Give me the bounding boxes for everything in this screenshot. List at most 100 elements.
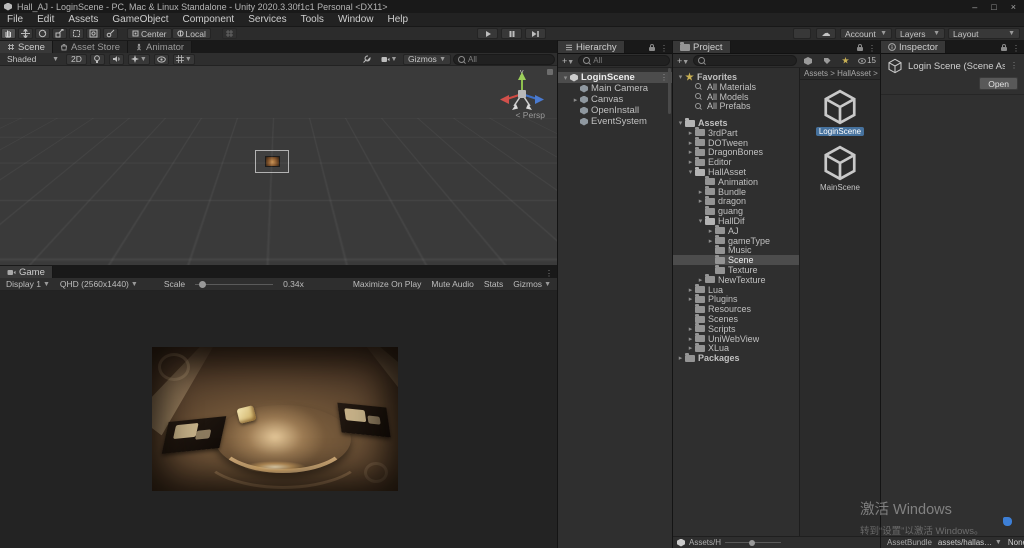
project-folder-xlua[interactable]: ▸XLua xyxy=(673,344,799,354)
project-folder-scenes[interactable]: Scenes xyxy=(673,314,799,324)
pause-button[interactable] xyxy=(501,28,522,39)
game-gizmos-dropdown[interactable]: Gizmos▼ xyxy=(509,279,555,289)
camera-settings-dropdown[interactable]: ▼ xyxy=(378,54,400,65)
expander-icon[interactable]: ▸ xyxy=(706,227,715,235)
thumbnail-size-thumb[interactable] xyxy=(749,540,755,546)
expander-icon[interactable]: ▾ xyxy=(686,168,695,176)
lock-icon[interactable] xyxy=(1001,47,1007,51)
minimize-button[interactable]: – xyxy=(972,2,977,12)
expander-icon[interactable]: ▾ xyxy=(676,73,685,81)
space-toggle-button[interactable]: Local xyxy=(172,28,211,39)
open-scene-button[interactable]: Open xyxy=(979,77,1018,90)
panel-menu-icon[interactable]: ⋮ xyxy=(660,45,668,53)
project-folder-assets[interactable]: ▾Assets xyxy=(673,118,799,128)
component-tools-button[interactable] xyxy=(359,54,374,65)
project-folder-dragonbones[interactable]: ▸DragonBones xyxy=(673,148,799,158)
expander-icon[interactable]: ▸ xyxy=(686,286,695,294)
game-viewport[interactable] xyxy=(0,291,557,548)
audio-toggle-button[interactable] xyxy=(109,54,124,65)
layers-dropdown[interactable]: Layers▼ xyxy=(895,28,945,39)
project-folder-plugins[interactable]: ▸Plugins xyxy=(673,295,799,305)
project-folder-dragon[interactable]: ▸dragon xyxy=(673,197,799,207)
project-folder-scene[interactable]: Scene xyxy=(673,255,799,265)
asset-thumbnail-loginscene[interactable]: LoginScene xyxy=(800,88,880,136)
expander-icon[interactable]: ▾ xyxy=(696,217,705,225)
expander-icon[interactable]: ▸ xyxy=(706,237,715,245)
expander-icon[interactable]: ▸ xyxy=(686,325,695,333)
scale-slider-thumb[interactable] xyxy=(199,281,206,288)
effects-dropdown[interactable]: ▼ xyxy=(128,54,150,65)
panel-menu-icon[interactable]: ⋮ xyxy=(545,270,553,278)
custom-tool-button[interactable] xyxy=(103,28,118,39)
project-folder-uniwebview[interactable]: ▸UniWebView xyxy=(673,334,799,344)
maximize-on-play-button[interactable]: Maximize On Play xyxy=(349,279,426,289)
panel-menu-icon[interactable]: ⋮ xyxy=(868,45,876,53)
rect-tool-button[interactable] xyxy=(69,28,84,39)
scene-gizmos-dropdown[interactable]: Gizmos▼ xyxy=(403,54,451,65)
menu-component[interactable]: Component xyxy=(176,13,242,26)
panel-menu-icon[interactable]: ⋮ xyxy=(1012,45,1020,53)
menu-file[interactable]: File xyxy=(0,13,30,26)
project-folder-music[interactable]: Music xyxy=(673,246,799,256)
expander-icon[interactable]: ▸ xyxy=(686,139,695,147)
tab-asset-store[interactable]: Asset Store xyxy=(53,41,128,53)
scene-visibility-button[interactable] xyxy=(154,54,169,65)
tab-scene[interactable]: Scene xyxy=(0,41,53,53)
project-folder-gametype[interactable]: ▸gameType xyxy=(673,236,799,246)
expander-icon[interactable]: ▸ xyxy=(571,96,580,104)
menu-tools[interactable]: Tools xyxy=(294,13,331,26)
tab-game[interactable]: Game xyxy=(0,266,53,278)
assetbundle-dropdown[interactable]: assets/hallasset/h ▼ xyxy=(938,538,1002,547)
mute-audio-button[interactable]: Mute Audio xyxy=(427,279,478,289)
project-folder-dotween[interactable]: ▸DOTween xyxy=(673,138,799,148)
grid-snap-button[interactable] xyxy=(222,28,237,39)
expander-icon[interactable]: ▸ xyxy=(696,197,705,205)
pivot-toggle-button[interactable]: Center xyxy=(127,28,172,39)
tab-animator[interactable]: Animator xyxy=(128,41,192,53)
menu-edit[interactable]: Edit xyxy=(30,13,61,26)
scene-viewport[interactable]: y < Persp xyxy=(0,66,557,265)
shading-mode-dropdown[interactable]: Shaded▼ xyxy=(2,54,64,65)
undo-history-button[interactable] xyxy=(793,28,811,39)
project-folder-animation[interactable]: Animation xyxy=(673,177,799,187)
expander-icon[interactable]: ▾ xyxy=(561,74,570,82)
move-tool-button[interactable] xyxy=(18,28,33,39)
project-folder-packages[interactable]: ▸Packages xyxy=(673,353,799,363)
expander-icon[interactable]: ▸ xyxy=(686,129,695,137)
lock-icon[interactable] xyxy=(649,47,655,51)
project-favorite-favorites[interactable]: ▾Favorites xyxy=(673,72,799,82)
hierarchy-item-loginscene[interactable]: ▾LoginScene⋮ xyxy=(558,72,672,83)
menu-services[interactable]: Services xyxy=(241,13,293,26)
maximize-button[interactable]: □ xyxy=(991,2,996,12)
hierarchy-item-canvas[interactable]: ▸Canvas xyxy=(558,94,672,105)
menu-assets[interactable]: Assets xyxy=(61,13,105,26)
create-asset-button[interactable]: +▼ xyxy=(675,56,691,66)
project-favorite-all-materials[interactable]: All Materials xyxy=(673,82,799,92)
tab-project[interactable]: Project xyxy=(673,41,731,53)
hierarchy-search-input[interactable]: All xyxy=(578,55,670,66)
hand-tool-button[interactable] xyxy=(1,28,16,39)
transform-tool-button[interactable] xyxy=(86,28,101,39)
lighting-toggle-button[interactable] xyxy=(90,54,105,65)
grid-visibility-dropdown[interactable]: ▼ xyxy=(173,54,195,65)
hidden-packages-toggle[interactable]: 15 xyxy=(856,56,878,65)
tab-inspector[interactable]: Inspector xyxy=(881,41,946,53)
project-favorite-all-prefabs[interactable]: All Prefabs xyxy=(673,101,799,111)
expander-icon[interactable]: ▸ xyxy=(686,344,695,352)
expander-icon[interactable]: ▾ xyxy=(676,119,685,127)
account-dropdown[interactable]: Account▼ xyxy=(840,28,892,39)
project-favorite-all-models[interactable]: All Models xyxy=(673,92,799,102)
asset-menu-icon[interactable]: ⋮ xyxy=(1010,62,1018,70)
thumbnail-size-slider[interactable] xyxy=(725,542,781,543)
rotate-tool-button[interactable] xyxy=(35,28,50,39)
step-button[interactable] xyxy=(525,28,546,39)
project-folder-lua[interactable]: ▸Lua xyxy=(673,285,799,295)
project-search-input[interactable] xyxy=(693,55,797,66)
play-button[interactable] xyxy=(477,28,498,39)
perspective-mode-label[interactable]: < Persp xyxy=(515,110,545,120)
project-folder-aj[interactable]: ▸AJ xyxy=(673,226,799,236)
2d-toggle-button[interactable]: 2D xyxy=(66,54,87,65)
search-by-type-button[interactable] xyxy=(800,55,815,66)
menu-help[interactable]: Help xyxy=(381,13,416,26)
project-folder-resources[interactable]: Resources xyxy=(673,304,799,314)
